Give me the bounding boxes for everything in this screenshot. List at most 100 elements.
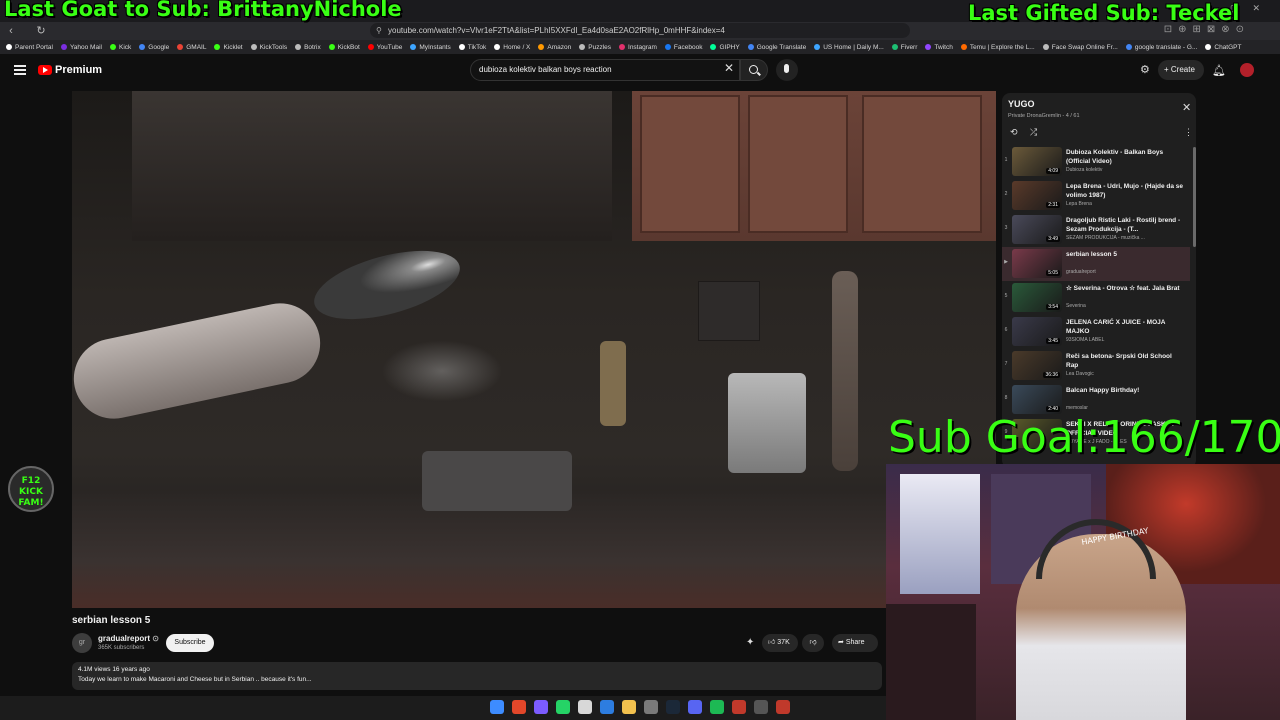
- bookmark-icon: [538, 44, 545, 50]
- create-button[interactable]: + Create: [1158, 60, 1204, 80]
- subscribe-button[interactable]: Subscribe: [166, 634, 214, 652]
- bookmark-item[interactable]: Instagram: [619, 44, 657, 51]
- bookmark-icon: [295, 44, 302, 50]
- spotify-icon[interactable]: [710, 700, 724, 714]
- shuffle-icon[interactable]: ⤮: [1030, 127, 1037, 138]
- bookmark-label: GIPHY: [719, 43, 740, 51]
- clear-search-icon[interactable]: ✕: [724, 61, 734, 75]
- channel-avatar[interactable]: gr: [72, 633, 92, 653]
- bookmark-item[interactable]: Fiverr: [891, 44, 917, 51]
- bookmark-icon: [6, 44, 12, 50]
- voice-search-button[interactable]: [776, 59, 798, 81]
- bookmark-label: KickBot: [337, 43, 360, 51]
- bookmark-item[interactable]: Botrix: [295, 44, 321, 51]
- last-goat-overlay: Last Goat to Sub: BrittanyNichole: [4, 0, 402, 21]
- playlist-item[interactable]: 3 3:49 Dragoljub Ristic Laki - Rostilj bre…: [1002, 213, 1190, 247]
- store-icon[interactable]: [600, 700, 614, 714]
- app-icon[interactable]: [534, 700, 548, 714]
- playlist-title[interactable]: YUGO: [1008, 99, 1035, 109]
- taskbar-icons: [490, 700, 790, 714]
- youtube-premium-logo[interactable]: Premium: [38, 64, 102, 76]
- cast-icon[interactable]: ⚙: [1140, 64, 1152, 76]
- url-bar[interactable]: ⚲ youtube.com/watch?v=Vlvr1eF2TtA&list=P…: [370, 23, 910, 38]
- bookmark-item[interactable]: Facebook: [664, 44, 702, 51]
- obs-icon[interactable]: [754, 700, 768, 714]
- description-box[interactable]: 4.1M views 16 years ago Today we learn t…: [72, 662, 882, 690]
- bookmark-label: Google: [148, 43, 170, 51]
- playlist-index: 8: [1004, 395, 1008, 401]
- brave-icon[interactable]: [512, 700, 526, 714]
- hamburger-menu-icon[interactable]: [14, 65, 26, 75]
- bookmark-icon: [710, 44, 717, 50]
- windows-start-icon[interactable]: [490, 700, 504, 714]
- bookmark-item[interactable]: Temu | Explore the L...: [960, 44, 1035, 51]
- playlist-duration: 3:54: [1046, 304, 1060, 310]
- loop-icon[interactable]: ⟲: [1010, 127, 1018, 138]
- bookmark-item[interactable]: Google Translate: [747, 44, 806, 51]
- playlist-thumbnail: 2:40: [1012, 385, 1062, 414]
- bookmark-item[interactable]: GMAIL: [177, 44, 206, 51]
- playlist-index: 5: [1004, 293, 1008, 299]
- bookmark-item[interactable]: GIPHY: [710, 43, 740, 51]
- playlist-item[interactable]: 2 2:31 Lepa Brena - Udri, Mujo - (Hajde da…: [1002, 179, 1190, 213]
- discord-icon[interactable]: [688, 700, 702, 714]
- bookmark-item[interactable]: MyInstants: [410, 44, 451, 51]
- steam-icon[interactable]: [666, 700, 680, 714]
- playlist-thumbnail: 3:49: [1012, 215, 1062, 244]
- playlist-item[interactable]: ▶ 5:05 serbian lesson 5 gradualreport: [1002, 247, 1190, 281]
- playlist-item[interactable]: 6 3:45 JELENA CARIĆ X JUICE - MOJA MAJKO 93…: [1002, 315, 1190, 349]
- more-options-icon[interactable]: ⋮: [1184, 127, 1193, 138]
- bookmark-icon: [619, 44, 626, 50]
- extension-icons[interactable]: ⊡⊕⊞⊠⊗⊙: [1164, 24, 1250, 35]
- video-title: serbian lesson 5: [72, 615, 151, 626]
- dislike-button[interactable]: 👎︎: [802, 634, 824, 652]
- bookmark-item[interactable]: TikTok: [458, 44, 486, 51]
- like-button[interactable]: 👍︎ 37K: [762, 634, 798, 652]
- playlist-item[interactable]: 5 3:54 ☆ Severina - Otrova ☆ feat. Jala Br…: [1002, 281, 1190, 315]
- playlist-item[interactable]: 1 4:09 Dubioza Kolektiv - Balkan Boys (Off…: [1002, 145, 1190, 179]
- back-icon[interactable]: ‹: [4, 24, 18, 38]
- bookmark-item[interactable]: KickTools: [250, 44, 287, 51]
- pin-app-icon-2[interactable]: [776, 700, 790, 714]
- bookmark-item[interactable]: Face Swap Online Fr...: [1042, 44, 1118, 51]
- video-player[interactable]: [72, 91, 996, 608]
- last-gifted-overlay: Last Gifted Sub: Teckel: [968, 1, 1240, 25]
- playlist-scrollbar[interactable]: [1193, 147, 1196, 247]
- whatsapp-icon[interactable]: [556, 700, 570, 714]
- bookmark-item[interactable]: YouTube: [367, 44, 402, 51]
- bookmark-item[interactable]: US Home | Daily M...: [814, 44, 884, 51]
- site-info-icon[interactable]: ⚲: [376, 23, 382, 38]
- bookmark-item[interactable]: KickBot: [328, 43, 360, 51]
- bookmark-item[interactable]: Amazon: [538, 44, 571, 51]
- settings-icon[interactable]: [644, 700, 658, 714]
- channel-name[interactable]: gradualreport ⊙: [98, 634, 159, 643]
- ask-icon[interactable]: ✦: [746, 637, 754, 648]
- bookmark-item[interactable]: Kick: [109, 44, 131, 51]
- share-button[interactable]: ➦ Share: [832, 634, 878, 652]
- bookmark-item[interactable]: Parent Portal: [6, 44, 53, 51]
- pin-app-icon[interactable]: [732, 700, 746, 714]
- search-button[interactable]: [740, 59, 768, 81]
- bookmark-item[interactable]: Twitch: [925, 43, 953, 51]
- playlist-item[interactable]: 7 36:36 Reči sa betona- Srpski Old School …: [1002, 349, 1190, 383]
- files-icon[interactable]: [578, 700, 592, 714]
- bookmark-item[interactable]: Yahoo Mail: [60, 44, 102, 51]
- bookmark-label: Twitch: [934, 43, 953, 51]
- bookmark-item[interactable]: ChatGPT: [1205, 44, 1241, 51]
- reload-icon[interactable]: ↻: [34, 24, 48, 38]
- bookmark-item[interactable]: Puzzles: [579, 44, 611, 51]
- bookmark-item[interactable]: google translate - G...: [1125, 44, 1197, 51]
- bookmark-item[interactable]: Google: [139, 44, 169, 51]
- bookmark-item[interactable]: Home / X: [494, 44, 530, 51]
- search-input[interactable]: dubioza kolektiv balkan boys reaction: [470, 59, 740, 81]
- notifications-bell-icon[interactable]: 🔔︎: [1212, 64, 1226, 77]
- video-canister: [728, 373, 806, 473]
- bookmark-icon: [925, 44, 932, 50]
- bookmark-icon: [367, 44, 374, 50]
- close-playlist-icon[interactable]: ✕: [1182, 101, 1191, 114]
- playlist-item-title: serbian lesson 5: [1066, 251, 1117, 258]
- account-avatar[interactable]: [1240, 63, 1254, 77]
- folder-icon[interactable]: [622, 700, 636, 714]
- bookmark-icon: [494, 44, 501, 50]
- bookmark-item[interactable]: Kicklet: [214, 44, 243, 51]
